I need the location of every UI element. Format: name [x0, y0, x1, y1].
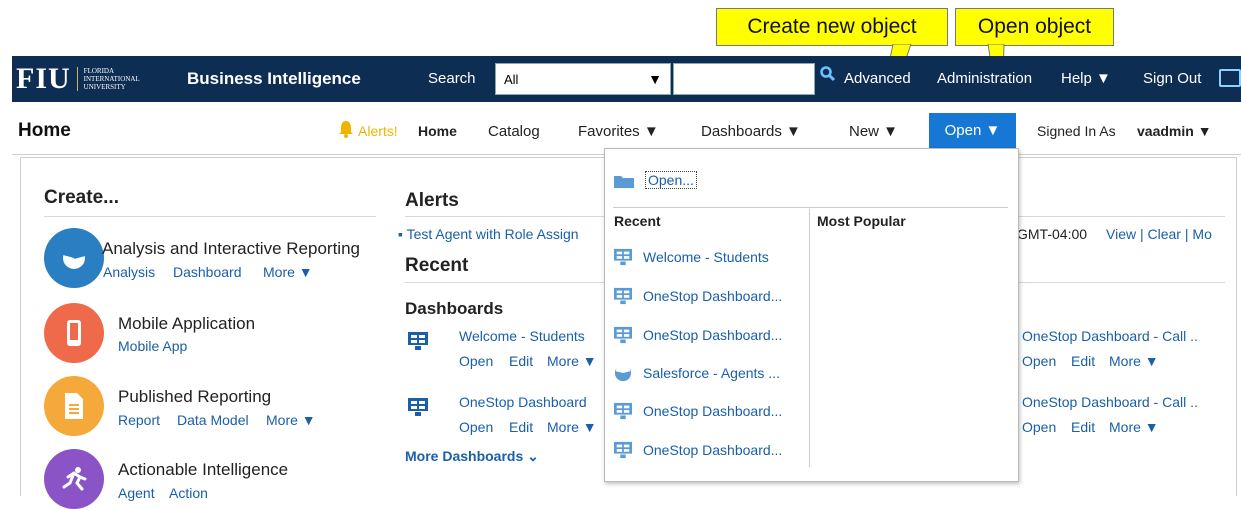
create-agent-link[interactable]: Agent	[118, 485, 155, 501]
open-recent-item[interactable]: OneStop Dashboard...	[613, 326, 782, 344]
create-mobile-app-link[interactable]: Mobile App	[118, 338, 187, 354]
dashboard-icon	[614, 402, 632, 420]
report-icon[interactable]	[44, 376, 104, 436]
nav-home[interactable]: Home	[418, 123, 457, 139]
recent-more-menu[interactable]: More ▼	[547, 353, 597, 369]
recent-dashboard-item[interactable]: OneStop Dashboard - Call ..	[1022, 328, 1198, 344]
recent-open-link[interactable]: Open	[1022, 353, 1056, 369]
search-icon[interactable]	[820, 66, 836, 87]
administration-link[interactable]: Administration	[937, 70, 1032, 87]
runner-icon[interactable]	[44, 449, 104, 509]
divider	[809, 209, 810, 467]
signed-in-as-label: Signed In As	[1037, 123, 1116, 139]
open-most-popular-heading: Most Popular	[817, 213, 906, 229]
more-dashboards-link[interactable]: More Dashboards ⌄	[405, 448, 539, 465]
advanced-link[interactable]: Advanced	[844, 70, 911, 87]
create-analysis-link[interactable]: Analysis	[103, 264, 155, 280]
bell-icon	[339, 121, 353, 138]
create-report-more-menu[interactable]: More ▼	[266, 412, 316, 428]
create-actionable-title: Actionable Intelligence	[118, 460, 289, 479]
chevron-down-icon: ▼	[648, 71, 662, 87]
nav-catalog[interactable]: Catalog	[488, 123, 540, 140]
create-report-link[interactable]: Report	[118, 412, 160, 428]
recent-dashboard-item[interactable]: OneStop Dashboard	[459, 394, 587, 410]
nav-dashboards[interactable]: Dashboards ▼	[701, 123, 801, 140]
recent-edit-link[interactable]: Edit	[509, 353, 533, 369]
recent-open-link[interactable]: Open	[1022, 419, 1056, 435]
open-recent-item[interactable]: OneStop Dashboard...	[613, 441, 782, 459]
open-recent-item[interactable]: OneStop Dashboard...	[613, 402, 782, 420]
nav-new[interactable]: New ▼	[849, 123, 898, 140]
open-recent-item[interactable]: OneStop Dashboard...	[613, 287, 782, 305]
recent-dashboard-item[interactable]: OneStop Dashboard - Call ..	[1022, 394, 1198, 410]
analysis-icon[interactable]	[44, 228, 104, 288]
recent-more-menu[interactable]: More ▼	[547, 419, 597, 435]
search-label: Search	[428, 70, 476, 87]
recent-more-menu[interactable]: More ▼	[1109, 353, 1159, 369]
dashboard-icon	[408, 332, 428, 350]
search-input[interactable]	[673, 63, 815, 95]
callout-open-object: Open object	[955, 8, 1114, 46]
nav-open[interactable]: Open ▼	[929, 113, 1016, 149]
app-title: Business Intelligence	[187, 69, 361, 88]
callout-create-new-object: Create new object	[716, 8, 948, 46]
page-title: Home	[18, 120, 71, 141]
recent-heading: Recent	[405, 255, 469, 276]
user-menu[interactable]: vaadmin ▼	[1137, 123, 1212, 139]
create-mobile-title: Mobile Application	[118, 314, 256, 333]
top-header-bar: FIU FLORIDA INTERNATIONAL UNIVERSITY Bus…	[12, 56, 1241, 102]
alert-actions[interactable]: View | Clear | Mo	[1106, 226, 1212, 242]
recent-open-link[interactable]: Open	[459, 353, 493, 369]
sign-out-link[interactable]: Sign Out	[1143, 70, 1201, 87]
dashboard-icon	[408, 398, 428, 416]
alert-item[interactable]: ▪ Test Agent with Role Assign	[398, 226, 579, 242]
folder-icon	[614, 176, 634, 188]
recent-edit-link[interactable]: Edit	[1071, 353, 1095, 369]
accessibility-icon[interactable]	[1219, 69, 1241, 87]
nav-favorites[interactable]: Favorites ▼	[578, 123, 659, 140]
open-recent-heading: Recent	[614, 213, 661, 229]
help-menu[interactable]: Help ▼	[1061, 70, 1111, 87]
alert-time: GMT-04:00	[1017, 226, 1088, 242]
divider	[44, 216, 376, 217]
open-recent-item[interactable]: Welcome - Students	[613, 248, 769, 266]
fiu-logo[interactable]: FIU FLORIDA INTERNATIONAL UNIVERSITY	[16, 62, 140, 96]
recent-edit-link[interactable]: Edit	[1071, 419, 1095, 435]
create-data-model-link[interactable]: Data Model	[177, 412, 249, 428]
divider	[613, 207, 1008, 208]
alerts-link[interactable]: Alerts!	[358, 123, 398, 139]
recent-dashboards-heading: Dashboards	[405, 299, 504, 318]
create-analysis-title: Analysis and Interactive Reporting	[102, 239, 360, 258]
dashboard-icon	[614, 287, 632, 305]
open-recent-item[interactable]: Salesforce - Agents ...	[613, 364, 780, 382]
dashboard-icon	[614, 248, 632, 266]
create-more-menu[interactable]: More ▼	[263, 264, 313, 280]
create-action-link[interactable]: Action	[169, 485, 208, 501]
open-dialog-item[interactable]: Open...	[613, 171, 697, 189]
mobile-icon[interactable]	[44, 303, 104, 363]
recent-edit-link[interactable]: Edit	[509, 419, 533, 435]
recent-more-menu[interactable]: More ▼	[1109, 419, 1159, 435]
search-scope-select[interactable]: All ▼	[495, 63, 671, 95]
recent-dashboard-item[interactable]: Welcome - Students	[459, 328, 585, 344]
create-heading: Create...	[44, 187, 119, 208]
alerts-heading: Alerts	[405, 190, 459, 211]
create-report-title: Published Reporting	[118, 387, 272, 406]
open-dropdown-menu: Open... Recent Most Popular Welcome - St…	[604, 148, 1019, 482]
recent-open-link[interactable]: Open	[459, 419, 493, 435]
analysis-icon	[614, 364, 632, 382]
dashboard-icon	[614, 441, 632, 459]
dashboard-icon	[614, 326, 632, 344]
create-dashboard-link[interactable]: Dashboard	[173, 264, 242, 280]
